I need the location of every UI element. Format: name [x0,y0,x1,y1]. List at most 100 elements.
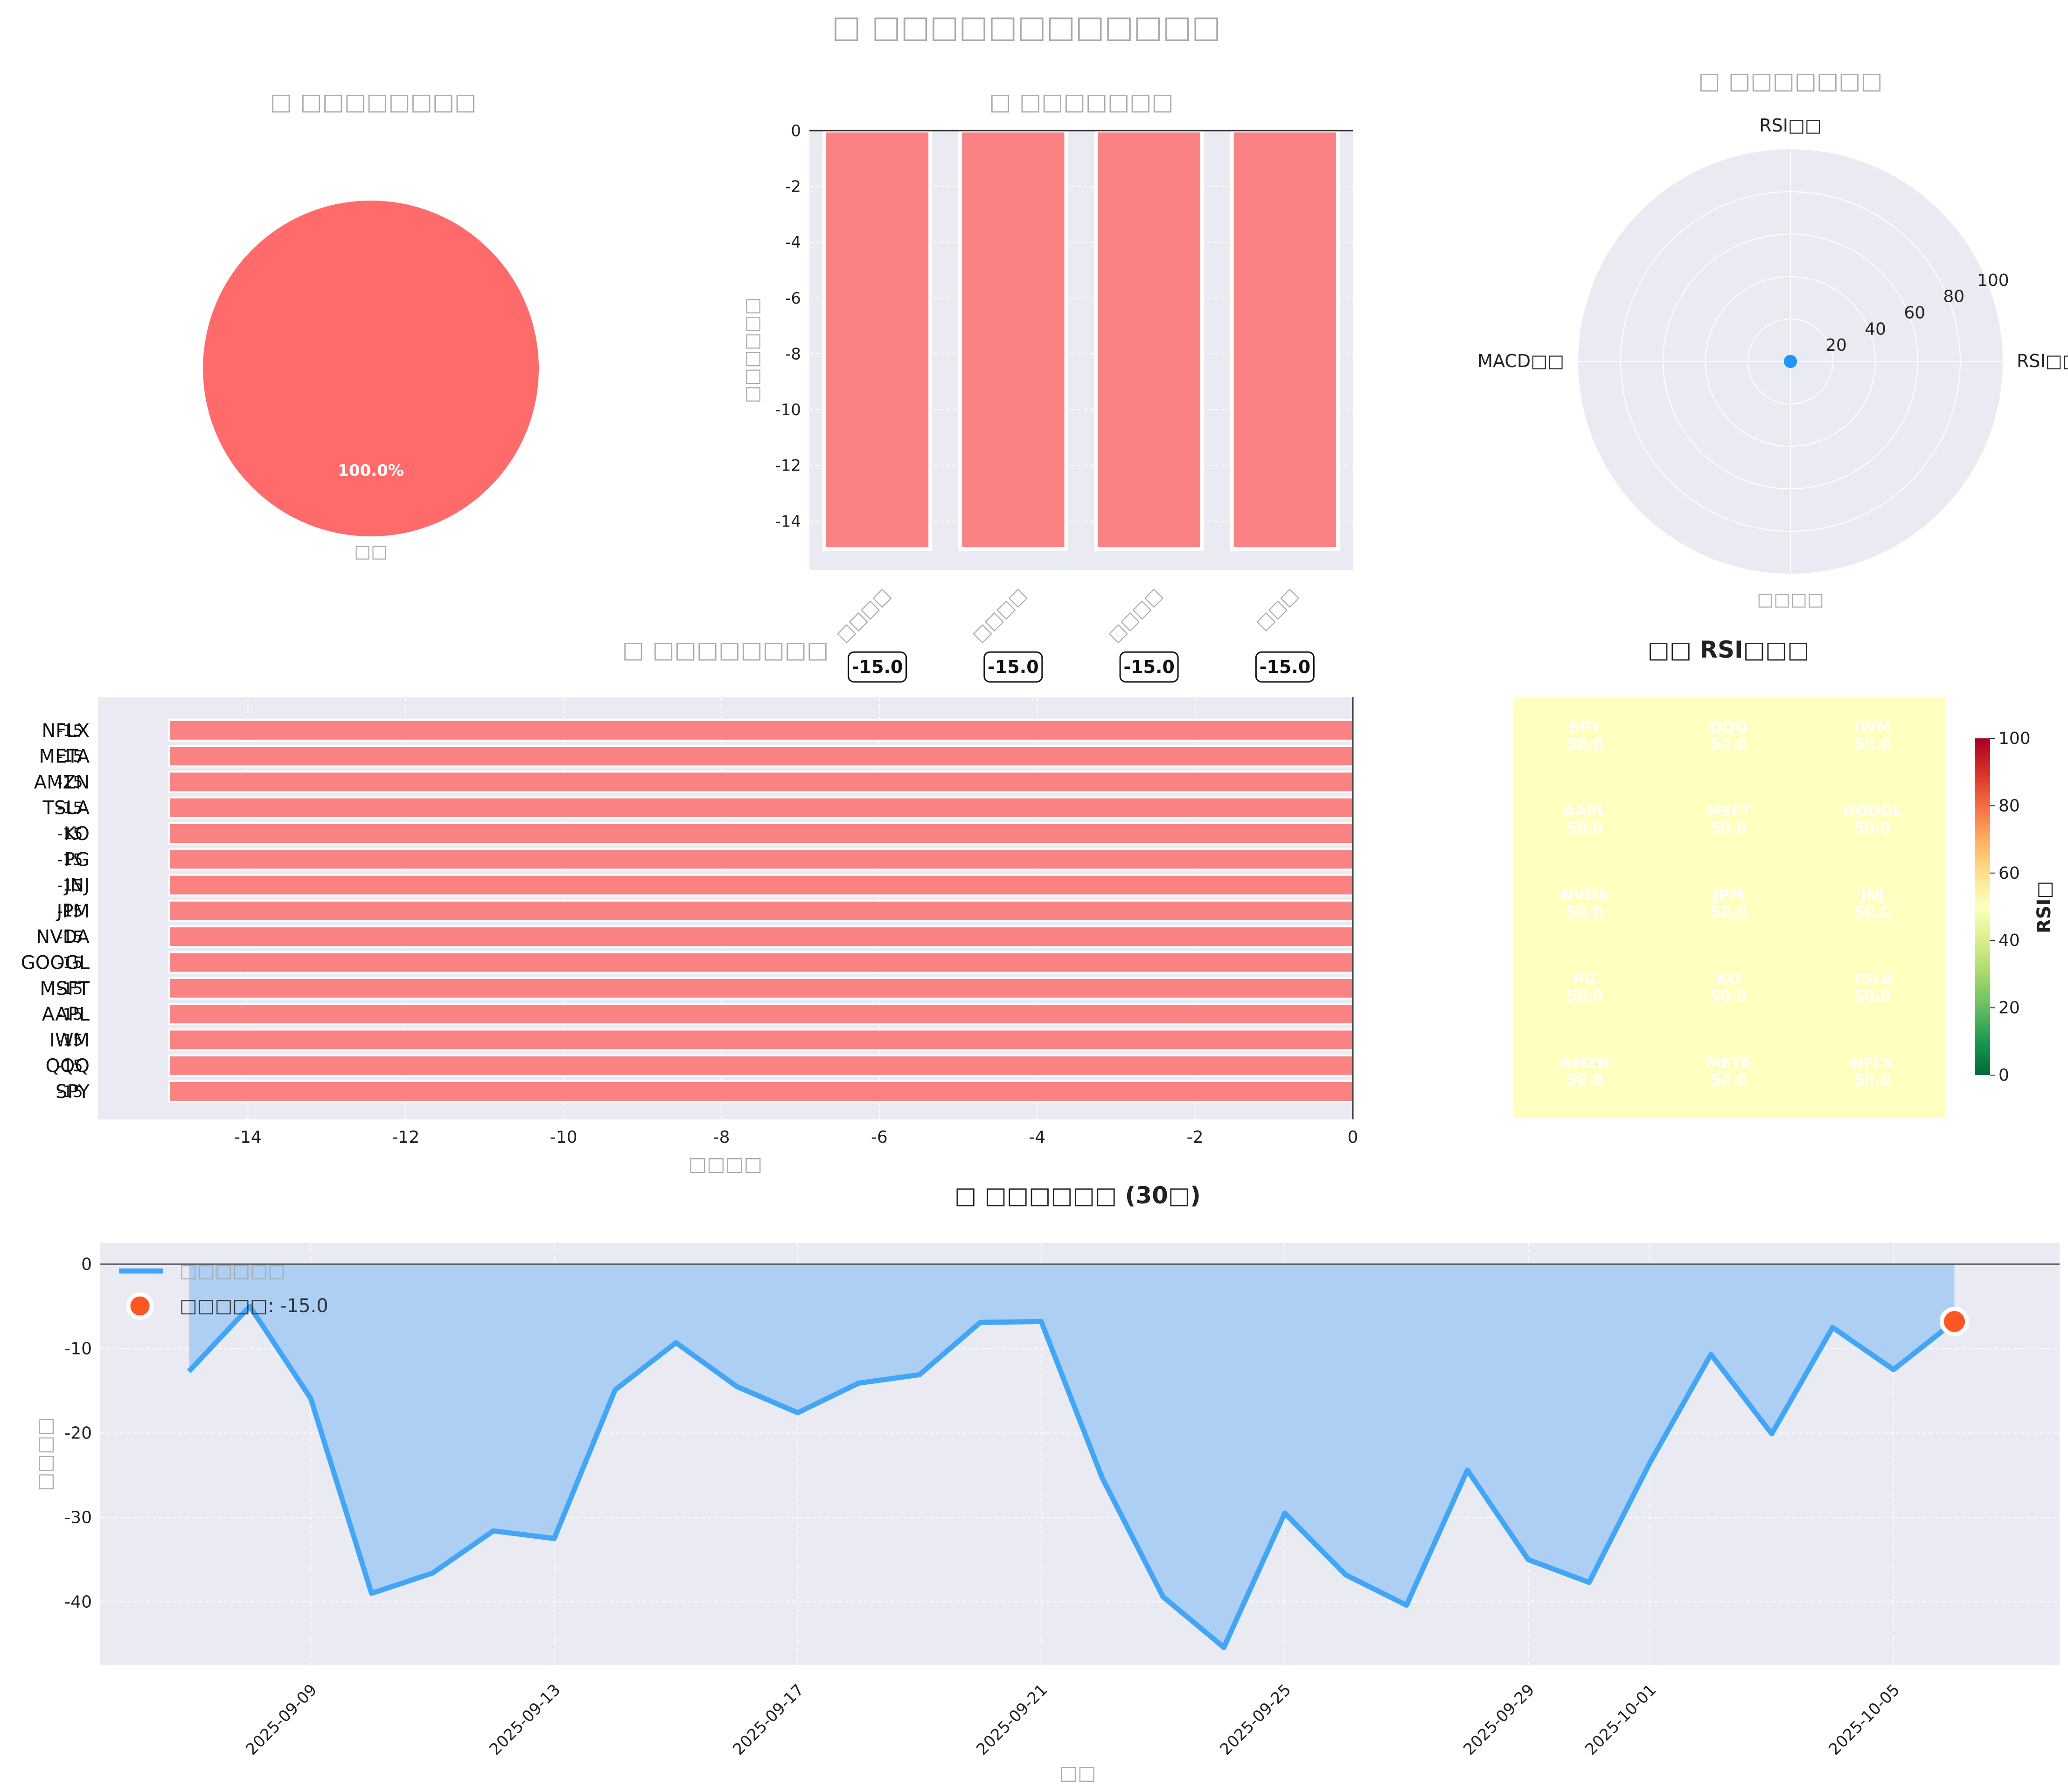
trend-ylabel: □□□□ [33,1417,56,1491]
barh-xtick-label: -6 [871,1128,888,1147]
radar-axis-label: RSI□□ [2017,351,2068,371]
barh-value-label: -15 [57,928,83,946]
heatmap-cell-label: NVDA [1561,886,1609,904]
heatmap-cell-value: 50.0 [1854,819,1891,837]
radar-rtick-label: 100 [1977,271,2009,290]
trend-title: □ □□□□□□ (30□) [954,1182,1201,1209]
bar-category-label: □□□□ [1104,584,1166,646]
bar-title: □ □□□□□□□ [989,88,1173,115]
barh-value-label: -15 [57,1083,83,1101]
bar-category-label: □□□□ [832,584,894,646]
bar [1094,129,1204,551]
trend-ytick-label: 0 [81,1255,92,1274]
rsi-heatmap: □□ RSI□□□SPY50.0QQQ50.0IWM50.0AAPL50.0MS… [1513,636,2055,1118]
barh-value-label: -15 [57,954,83,972]
colorbar-tick-label: 40 [1998,931,2020,950]
barh-bar [168,745,1354,768]
heatmap-cell-label: IWM [1854,718,1891,736]
pie-slice-label: □□ [354,541,388,562]
bar-value-label: -15.0 [852,657,903,677]
heatmap-cell-label: TSLA [1852,970,1894,988]
bar [1230,129,1340,551]
trend-ytick-label: -40 [64,1592,92,1611]
heatmap-cell-label: AAPL [1563,802,1606,820]
barh-xlabel: □□□□ [689,1153,763,1175]
bar-value-label: -15.0 [1123,657,1175,677]
trend-xtick-label: 2025-09-13 [486,1681,564,1759]
trend-ytick-label: -10 [64,1339,92,1358]
trend-xtick-label: 2025-09-09 [242,1681,320,1759]
heatmap-cell-label: KO [1717,970,1741,988]
barh-value-label: -15 [57,747,83,766]
barh-xtick-label: -10 [550,1128,578,1147]
bar-value-label: -15.0 [1260,657,1311,677]
radar-rtick-label: 40 [1865,320,1886,339]
barh-bar [168,719,1354,742]
barh-bar [168,1003,1354,1026]
barh-xtick-label: -14 [234,1128,262,1147]
heatmap-cell-label: JNJ [1860,886,1885,904]
bar-value-label: -15.0 [988,657,1039,677]
pie-slice [203,201,539,536]
bar-ytick-label: 0 [791,122,801,140]
heatmap-cell-value: 50.0 [1854,987,1891,1005]
barh-bar [168,1054,1354,1077]
barh-bar [168,951,1354,974]
radar-axis-label: MACD□□ [1477,351,1564,371]
figure-title: □ □□□□□□□□□□□□ [832,9,1221,45]
barh-xtick-label: -12 [392,1128,419,1147]
barh-bar [168,977,1354,1000]
barh-value-label: -15 [57,799,83,818]
radar-axis-label: RSI□□ [1759,115,1822,136]
colorbar-tick-label: 80 [1998,796,2020,815]
heatmap-cell-value: 50.0 [1567,735,1603,753]
heatmap-cell-value: 50.0 [1567,1071,1603,1089]
barh-xtick-label: 0 [1348,1128,1358,1147]
barh-value-label: -15 [57,850,83,869]
barh-value-label: -15 [57,722,83,740]
radar-axis-label: □□□□ [1757,589,1824,610]
barh-value-label: -15 [57,902,83,921]
bar-chart: □ □□□□□□□0-2-4-6-8-10-12-14□□□□□□□□□□-15… [741,88,1353,683]
heatmap-cell-value: 50.0 [1710,987,1747,1005]
trend-current-marker [1940,1306,1969,1336]
colorbar-tick-label: 20 [1998,999,2020,1018]
barh-bar [168,796,1354,819]
bar-ylabel: □□□□□□ [741,298,763,403]
pie-chart: □ □□□□□□□□ 100.0% □□ [203,88,539,562]
barh-bar [168,899,1354,922]
radar-rtick-label: 20 [1825,336,1847,355]
bar-ytick-label: -2 [785,178,801,196]
colorbar [1975,738,1990,1075]
barh-xtick-label: -2 [1187,1128,1204,1147]
trend-xtick-label: 2025-09-21 [973,1681,1051,1759]
colorbar-tick-label: 60 [1998,864,2020,883]
trend-ytick-label: -30 [64,1508,92,1527]
radar-chart: □ □□□□□□□ 20 40 60 80 100 RSI□□ RSI□□ MACD□□ □□□□ [1477,67,2068,610]
barh-xtick-label: -8 [713,1128,730,1147]
barh-bar [168,1080,1354,1103]
barh-value-label: -15 [57,773,83,792]
radar-rtick-label: 60 [1904,304,1925,323]
dashboard-figure: □ □□□□□□□□□□□□ □ □□□□□□□□100.0%□□ □ □□□□… [21,9,2068,1784]
heatmap-cell-label: QQQ [1710,718,1748,736]
trend-area-chart: □ □□□□□□ (30□) 0 -10 -20 -30 -40 2025-09-09 202… [33,1182,2060,1784]
heatmap-cell-value: 50.0 [1854,735,1891,753]
bar-ytick-label: -6 [785,289,801,308]
bar-ytick-label: -10 [775,401,801,419]
radar-point [1784,355,1797,368]
heatmap-cell-label: GOOGL [1843,802,1902,820]
trend-xtick-label: 2025-10-05 [1825,1681,1903,1759]
legend-line-label: □□□□□□ [180,1260,285,1282]
trend-xtick-label: 2025-09-17 [729,1681,808,1759]
barh-bar [168,771,1354,793]
barh-value-label: -15 [57,1005,83,1024]
heatmap-cell-label: JPM [1712,886,1744,904]
heatmap-cell-label: NFLX [1851,1054,1894,1072]
bar-category-label: □□□ [1252,584,1302,634]
bar-ytick-label: -8 [785,345,801,363]
colorbar-label: RSI□ [2033,881,2055,933]
colorbar-tick-label: 0 [1998,1066,2009,1085]
radar-title: □ □□□□□□□ [1698,67,1882,94]
trend-xtick-label: 2025-09-25 [1216,1681,1295,1759]
